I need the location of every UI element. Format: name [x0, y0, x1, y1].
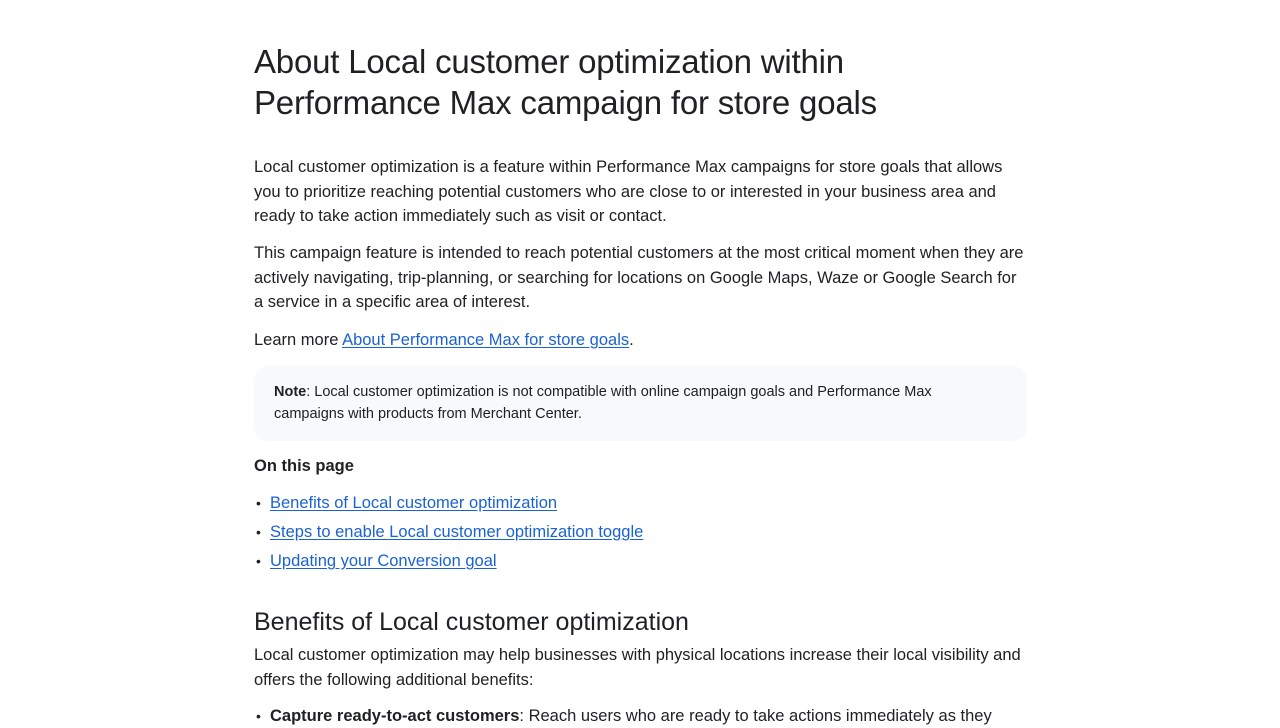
second-paragraph: This campaign feature is intended to rea…: [254, 244, 1024, 311]
benefit-text: : Reach users who are ready to take acti…: [519, 707, 992, 725]
note-text: Note: Local customer optimization is not…: [274, 381, 994, 425]
benefit-item: • Capture ready-to-act customers: Reach …: [254, 704, 1030, 728]
toc-item: • Benefits of Local customer optimizatio…: [254, 490, 643, 519]
benefit-title: Capture ready-to-act customers: [270, 707, 520, 725]
learn-more-suffix: .: [629, 331, 634, 349]
section-heading-benefits: Benefits of Local customer optimization: [254, 608, 689, 636]
bullet: •: [256, 495, 261, 511]
note-callout: Note: Local customer optimization is not…: [254, 366, 1027, 441]
page-title-line-2: Performance Max campaign for store goals: [254, 84, 877, 121]
toc-list: • Benefits of Local customer optimizatio…: [254, 490, 643, 577]
intro-paragraph: Local customer optimization is a feature…: [254, 158, 1003, 225]
learn-more-prefix: Learn more: [254, 331, 343, 349]
bullet: •: [256, 553, 261, 569]
toc-heading: On this page: [254, 457, 354, 475]
learn-more-paragraph: Learn more About Performance Max for sto…: [254, 328, 1030, 353]
toc-link-conversion-goal[interactable]: Updating your Conversion goal: [270, 552, 497, 570]
note-body: : Local customer optimization is not com…: [274, 384, 932, 422]
bullet: •: [256, 524, 261, 540]
toc-link-benefits[interactable]: Benefits of Local customer optimization: [270, 494, 557, 512]
benefits-list: • Capture ready-to-act customers: Reach …: [254, 704, 1030, 728]
toc-link-steps[interactable]: Steps to enable Local customer optimizat…: [270, 523, 643, 541]
bullet: •: [256, 708, 261, 724]
learn-more-link[interactable]: About Performance Max for store goals: [342, 331, 629, 349]
page-title-line-1: About Local customer optimization within: [254, 43, 844, 80]
page-title: About Local customer optimization within…: [254, 41, 1030, 123]
toc-item: • Steps to enable Local customer optimiz…: [254, 519, 643, 548]
benefits-paragraph: Local customer optimization may help bus…: [254, 646, 1021, 689]
toc-item: • Updating your Conversion goal: [254, 548, 643, 577]
note-label: Note: [274, 384, 307, 400]
